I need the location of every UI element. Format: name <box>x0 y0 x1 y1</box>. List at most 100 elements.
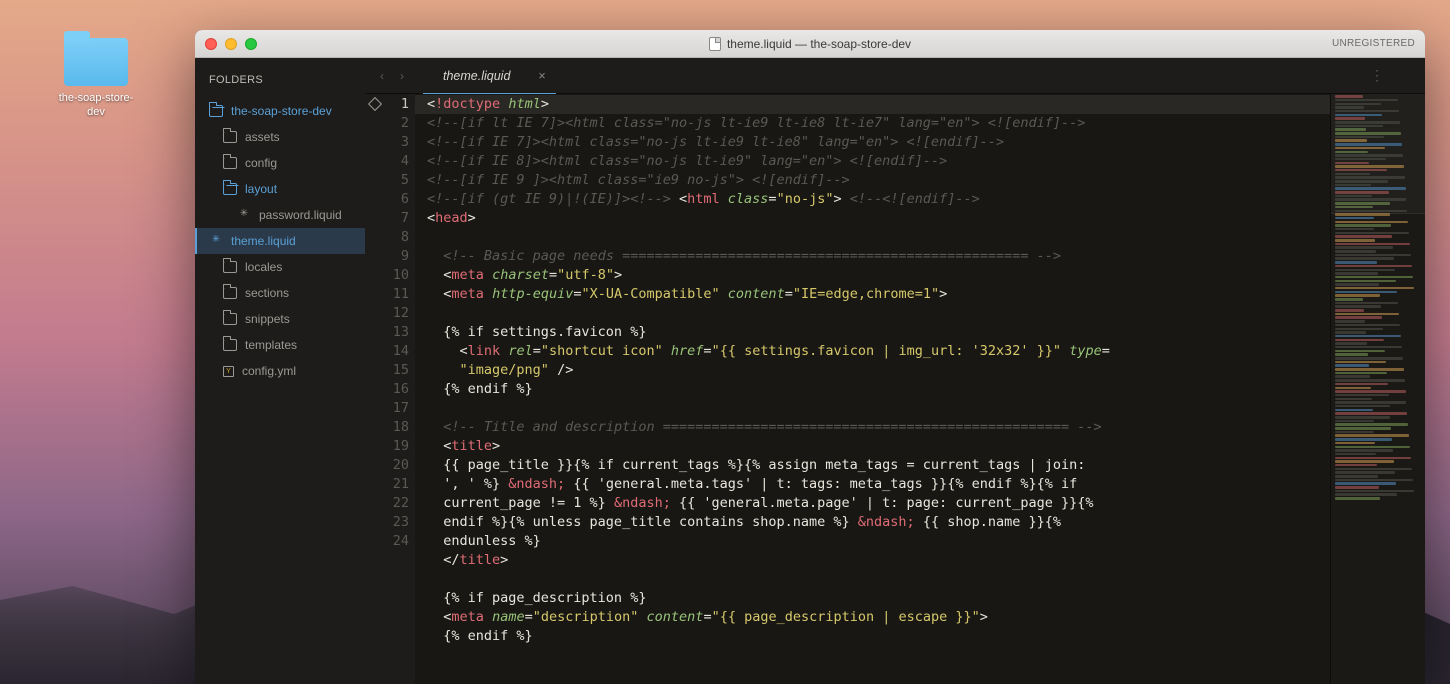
minimap-line <box>1335 283 1379 286</box>
desktop-folder-label: the-soap-store-dev <box>52 92 140 120</box>
code-line[interactable]: <!doctype html> <box>415 95 1425 114</box>
tree-item-theme-liquid[interactable]: ✳theme.liquid <box>195 228 365 254</box>
minimap-line <box>1335 420 1374 423</box>
line-number: 22 <box>385 494 409 513</box>
minimap-line <box>1335 479 1413 482</box>
minimap-line <box>1335 464 1377 467</box>
window-titlebar[interactable]: theme.liquid — the-soap-store-dev UNREGI… <box>195 30 1425 58</box>
minimize-icon[interactable] <box>225 38 237 50</box>
tree-item-password-liquid[interactable]: ✳password.liquid <box>209 202 361 228</box>
minimap-line <box>1335 401 1406 404</box>
minimap-line <box>1335 265 1412 268</box>
code-line[interactable]: <title> <box>427 437 1425 456</box>
code-line[interactable]: ', ' %} &ndash; {{ 'general.meta.tags' |… <box>427 475 1425 494</box>
minimap-line <box>1335 235 1392 238</box>
editor-window: theme.liquid — the-soap-store-dev UNREGI… <box>195 30 1425 684</box>
code-line[interactable]: {% endif %} <box>427 380 1425 399</box>
tree-item-sections[interactable]: sections <box>209 280 361 306</box>
tree-item-config-yml[interactable]: Yconfig.yml <box>209 358 361 384</box>
tree-item-layout[interactable]: layout <box>209 176 361 202</box>
code-line[interactable]: {% if page_description %} <box>427 589 1425 608</box>
code-line[interactable] <box>427 228 1425 247</box>
code-line[interactable]: {{ page_title }}{% if current_tags %}{% … <box>427 456 1425 475</box>
code-area[interactable]: <!doctype html><!--[if lt IE 7]><html cl… <box>415 94 1425 684</box>
minimap-line <box>1335 198 1406 201</box>
minimap[interactable] <box>1330 94 1425 684</box>
code-line[interactable]: <!--[if IE 8]><html class="no-js lt-ie9"… <box>427 152 1425 171</box>
code-line[interactable]: current_page != 1 %} &ndash; {{ 'general… <box>427 494 1425 513</box>
more-icon[interactable]: ⋮ <box>1370 67 1385 84</box>
tree-item-config[interactable]: config <box>209 150 361 176</box>
close-icon[interactable] <box>205 38 217 50</box>
tree-root[interactable]: the-soap-store-dev <box>209 98 361 124</box>
nav-forward-icon[interactable]: › <box>395 69 409 83</box>
code-line[interactable]: <meta http-equiv="X-UA-Compatible" conte… <box>427 285 1425 304</box>
code-line[interactable] <box>427 570 1425 589</box>
line-number: 4 <box>385 152 409 171</box>
minimap-line <box>1335 243 1410 246</box>
minimap-line <box>1335 320 1365 323</box>
code-editor[interactable]: 1234567891011121314 1516171819 202122232… <box>365 94 1425 684</box>
symbols-icon[interactable] <box>367 96 383 112</box>
minimap-line <box>1335 353 1368 356</box>
nav-back-icon[interactable]: ‹ <box>375 69 389 83</box>
line-number: 19 <box>385 437 409 456</box>
minimap-line <box>1335 357 1403 360</box>
code-line[interactable]: {% endif %} <box>427 627 1425 646</box>
folder-icon <box>223 157 237 169</box>
minimap-line <box>1335 460 1394 463</box>
code-line[interactable]: <meta name="description" content="{{ pag… <box>427 608 1425 627</box>
minimap-line <box>1335 294 1380 297</box>
zoom-icon[interactable] <box>245 38 257 50</box>
code-line[interactable]: endif %}{% unless page_title contains sh… <box>427 513 1425 532</box>
code-line[interactable]: {% if settings.favicon %} <box>427 323 1425 342</box>
minimap-line <box>1335 276 1413 279</box>
minimap-line <box>1335 246 1393 249</box>
minimap-line <box>1335 390 1406 393</box>
minimap-line <box>1335 423 1408 426</box>
minimap-line <box>1335 287 1414 290</box>
code-line[interactable]: <!-- Title and description =============… <box>427 418 1425 437</box>
code-line[interactable]: "image/png" /> <box>427 361 1425 380</box>
code-line[interactable] <box>427 399 1425 418</box>
code-line[interactable]: <!--[if IE 7]><html class="no-js lt-ie9 … <box>427 133 1425 152</box>
code-line[interactable]: endunless %} <box>427 532 1425 551</box>
code-line[interactable]: <meta charset="utf-8"> <box>427 266 1425 285</box>
code-line[interactable]: <!--[if (gt IE 9)|!(IE)]><!--> <html cla… <box>427 190 1425 209</box>
minimap-line <box>1335 368 1404 371</box>
folder-icon <box>223 131 237 143</box>
minimap-line <box>1335 302 1398 305</box>
minimap-line <box>1335 471 1395 474</box>
tab-close-icon[interactable]: × <box>538 69 545 83</box>
minimap-line <box>1335 305 1381 308</box>
code-line[interactable]: <!--[if lt IE 7]><html class="no-js lt-i… <box>427 114 1425 133</box>
tab-theme-liquid[interactable]: theme.liquid × <box>423 58 556 94</box>
desktop-folder[interactable]: the-soap-store-dev <box>52 38 140 120</box>
line-number: 6 <box>385 190 409 209</box>
tree-item-assets[interactable]: assets <box>209 124 361 150</box>
folder-icon <box>223 261 237 273</box>
registration-badge: UNREGISTERED <box>1332 38 1415 49</box>
minimap-line <box>1335 468 1412 471</box>
code-line[interactable]: <!--[if IE 9 ]><html class="ie9 no-js"> … <box>427 171 1425 190</box>
code-line[interactable] <box>427 304 1425 323</box>
tree-item-locales[interactable]: locales <box>209 254 361 280</box>
line-number: 2 <box>385 114 409 133</box>
code-line[interactable]: </title> <box>427 551 1425 570</box>
minimap-line <box>1335 176 1405 179</box>
minimap-line <box>1335 449 1393 452</box>
minimap-line <box>1335 269 1395 272</box>
code-line[interactable]: <!-- Basic page needs ==================… <box>427 247 1425 266</box>
minimap-line <box>1335 328 1383 331</box>
minimap-line <box>1335 394 1389 397</box>
code-line[interactable]: <link rel="shortcut icon" href="{{ setti… <box>427 342 1425 361</box>
tree-root-label: the-soap-store-dev <box>231 104 332 118</box>
tree-item-snippets[interactable]: snippets <box>209 306 361 332</box>
minimap-line <box>1335 280 1396 283</box>
minimap-line <box>1335 372 1387 375</box>
tree-item-templates[interactable]: templates <box>209 332 361 358</box>
modified-file-icon: ✳ <box>209 235 223 247</box>
line-number: 17 <box>385 399 409 418</box>
code-line[interactable]: <head> <box>427 209 1425 228</box>
minimap-line <box>1335 187 1406 190</box>
